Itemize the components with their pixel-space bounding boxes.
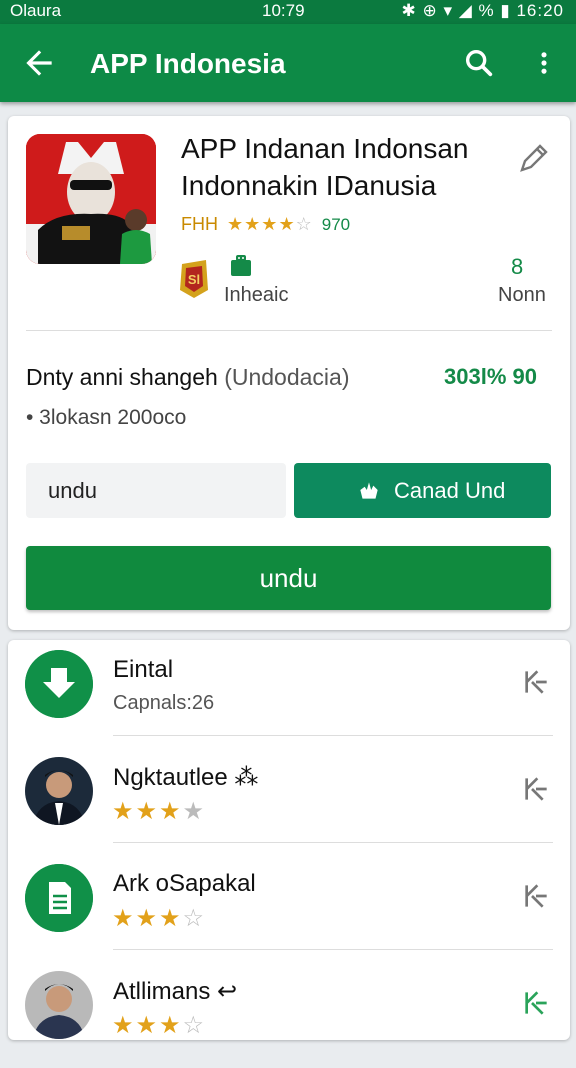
- person-avatar-icon: [25, 757, 93, 825]
- list-item-title: Atllimans ↩: [113, 978, 238, 1005]
- status-time: 10:79: [262, 1, 305, 20]
- percent-value: 303l% 90: [444, 364, 537, 389]
- android-icon: [231, 255, 251, 276]
- status-left-text: Olaura: [10, 1, 62, 20]
- list-item[interactable]: Ngktautlee ⁂ ★★★★: [8, 747, 570, 854]
- rating-count: 970: [321, 215, 351, 234]
- hand-gesture-icon[interactable]: [520, 773, 552, 805]
- cancel-download-label: Canad Und: [394, 478, 506, 503]
- search-icon[interactable]: [462, 46, 496, 80]
- stat-label: Nonn: [498, 284, 546, 306]
- list-avatar: [25, 650, 93, 718]
- list-item-title: Ark oSapakal: [113, 870, 256, 897]
- primary-download-button[interactable]: undu: [26, 546, 551, 610]
- rating-row: FHH ★★★★☆ 970: [181, 214, 350, 235]
- list-item[interactable]: Eintal Capnals:26: [8, 640, 570, 747]
- more-vert-icon[interactable]: [530, 46, 558, 80]
- back-arrow-icon[interactable]: [20, 44, 58, 82]
- developer-badge-icon: Sl: [180, 260, 208, 298]
- edit-pencil-icon[interactable]: [516, 140, 552, 176]
- list-item-stars: ★★★★: [112, 798, 207, 825]
- rating-stars: ★★★★☆: [227, 214, 313, 234]
- list-item-subtitle: Capnals:26: [113, 692, 215, 714]
- hand-gesture-icon[interactable]: [520, 987, 552, 1019]
- hand-gesture-icon[interactable]: [520, 880, 552, 912]
- list-avatar: [25, 971, 93, 1039]
- list-item[interactable]: Ark oSapakal ★★★☆: [8, 854, 570, 961]
- related-list-card: Eintal Capnals:26 Ngktautlee ⁂ ★★★★ Ark …: [8, 640, 570, 1040]
- download-icon: [25, 650, 93, 718]
- divider: [26, 330, 552, 331]
- document-icon: [25, 864, 93, 932]
- list-divider: [113, 842, 553, 843]
- list-item-title: Eintal: [113, 656, 174, 683]
- status-bar: Olaura 10:79 ✱ ⊕ ▾ ◢ % ▮ 16:20: [0, 0, 576, 24]
- rating-label: FHH: [181, 214, 218, 234]
- category-label: Inheaic: [224, 284, 289, 306]
- app-description: Dnty anni shangeh (Undodacia): [26, 364, 350, 391]
- hand-gesture-icon[interactable]: [520, 666, 552, 698]
- app-name: APP Indanan Indonsan Indonnakin IDanusia: [181, 133, 469, 201]
- app-details-card: APP Indanan Indonsan Indonnakin IDanusia…: [8, 116, 570, 630]
- app-icon[interactable]: [26, 134, 156, 264]
- description-sub: (Undodacia): [224, 364, 350, 390]
- list-item-title: Ngktautlee ⁂: [113, 764, 259, 791]
- app-bar-title: APP Indonesia: [90, 48, 286, 79]
- person-avatar-icon: [25, 971, 93, 1039]
- status-icons: ✱ ⊕ ▾ ◢ % ▮ 16:20: [401, 1, 564, 20]
- list-avatar: [25, 864, 93, 932]
- cancel-download-button[interactable]: Canad Und: [294, 463, 551, 518]
- hand-icon: [360, 482, 378, 499]
- svg-text:Sl: Sl: [188, 272, 200, 287]
- list-item[interactable]: Atllimans ↩ ★★★☆: [8, 961, 570, 1068]
- secondary-button[interactable]: undu: [26, 463, 286, 518]
- list-avatar: [25, 757, 93, 825]
- app-size: • 3lokasn 200oco: [26, 406, 187, 429]
- list-divider: [113, 949, 553, 950]
- stat-value: 8: [511, 254, 524, 279]
- app-bar: APP Indonesia: [0, 24, 576, 102]
- app-icon-artwork: [26, 134, 156, 264]
- list-item-stars: ★★★☆: [112, 905, 207, 932]
- description-main: Dnty anni shangeh: [26, 364, 218, 390]
- list-item-stars: ★★★☆: [112, 1012, 207, 1039]
- list-divider: [113, 735, 553, 736]
